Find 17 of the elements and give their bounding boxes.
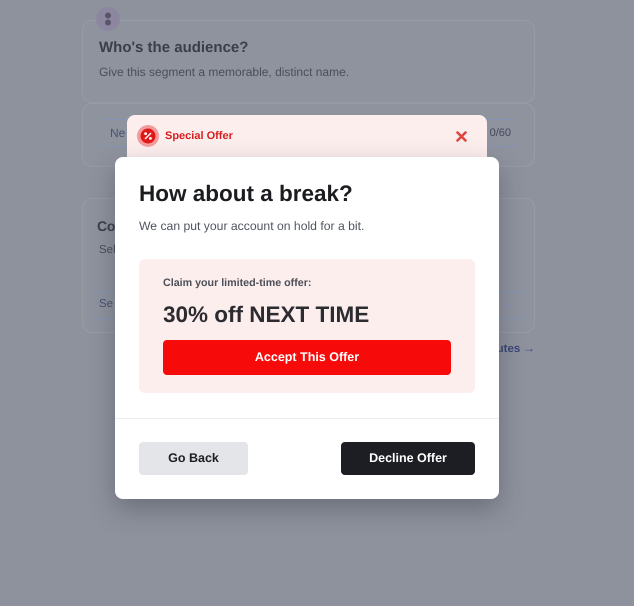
offer-intro: Claim your limited-time offer:	[163, 276, 312, 291]
percent-badge-icon	[137, 125, 159, 147]
avatar-dots-icon	[96, 7, 120, 31]
accept-offer-button[interactable]: Accept This Offer	[163, 340, 451, 375]
decline-offer-button[interactable]: Decline Offer	[341, 442, 475, 475]
chevron-down-icon	[505, 302, 515, 308]
modal-title: How about a break?	[139, 180, 354, 208]
offer-headline: 30% off NEXT TIME	[163, 301, 370, 329]
banner-label: Special Offer	[165, 128, 234, 144]
close-button[interactable]	[456, 130, 467, 142]
modal-description: We can put your account on hold for a bit.	[139, 218, 366, 235]
section-title: Co	[97, 217, 116, 236]
section-subtitle: Give this segment a memorable, distinct name.	[99, 64, 350, 80]
section-title: Who's the audience?	[99, 38, 248, 58]
go-back-button[interactable]: Go Back	[139, 442, 248, 475]
section-subtitle: Sel	[99, 243, 116, 258]
character-counter: 0/60	[490, 126, 511, 140]
